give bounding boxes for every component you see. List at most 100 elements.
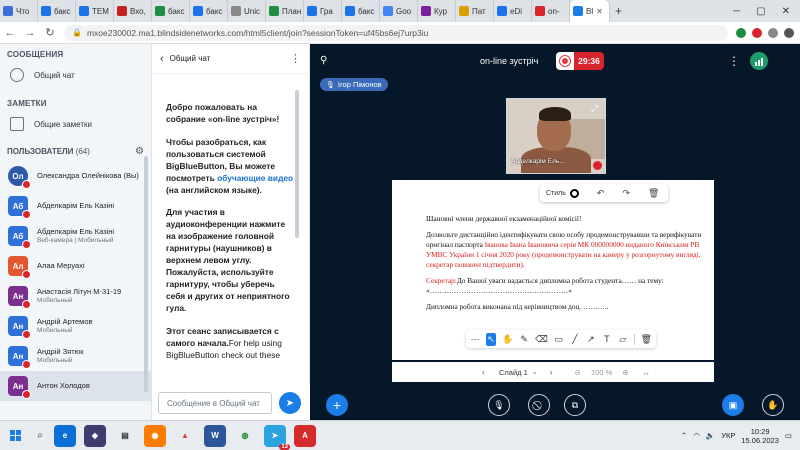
url-field[interactable]: 🔒 mxoe230002.ma1.blindsidenetworks.com/h… xyxy=(64,24,728,41)
user-list-item[interactable]: Ан Антон Холодов xyxy=(0,371,151,401)
browser-tab[interactable]: Пат xyxy=(456,0,494,22)
back-icon[interactable]: ← xyxy=(0,27,20,39)
arrow-tool-icon[interactable]: ↗ xyxy=(586,333,596,346)
actions-button[interactable]: + xyxy=(326,394,348,416)
user-list-item[interactable]: Ан Андрій Зятюк Мобильный xyxy=(0,341,151,371)
talking-indicator[interactable]: 🎙 Ігор Пімонов xyxy=(320,78,388,91)
wifi-icon[interactable]: ◠ xyxy=(693,431,700,440)
matlab-icon[interactable]: ▲ xyxy=(174,424,196,447)
forward-icon[interactable]: → xyxy=(20,27,40,39)
browser-tab[interactable]: бакс xyxy=(190,0,228,22)
connection-status-icon[interactable] xyxy=(750,52,768,70)
raise-hand-button[interactable]: ✋ xyxy=(762,394,784,416)
start-button[interactable] xyxy=(0,430,30,441)
chrome-icon[interactable]: ◍ xyxy=(234,424,256,447)
pencil-tool-icon[interactable]: ✎ xyxy=(519,333,529,346)
delete-icon[interactable]: 🗑 xyxy=(648,188,659,199)
redo-icon[interactable]: ↷ xyxy=(622,188,630,199)
language-indicator[interactable]: УКР xyxy=(721,431,735,440)
public-chat-item[interactable]: Общий чат xyxy=(0,63,151,87)
browser-tab[interactable]: Гра xyxy=(304,0,342,22)
webcam-tile[interactable]: ⤢ Абделкарім Ель... xyxy=(506,98,606,174)
more-tools-icon[interactable]: ⋯ xyxy=(470,333,480,346)
browser-tab[interactable]: Что xyxy=(0,0,38,22)
extension-icon[interactable] xyxy=(752,27,762,38)
file-explorer-icon[interactable]: ▤ xyxy=(114,424,136,447)
sidebar-scrollbar[interactable] xyxy=(144,156,148,392)
toggle-webcam-button[interactable]: ⃠ xyxy=(528,394,550,416)
previous-slide-icon[interactable]: ‹ xyxy=(482,367,485,377)
zoom-in-icon[interactable]: ⊕ xyxy=(622,368,628,377)
notifications-icon[interactable]: ▭ xyxy=(785,431,792,440)
undo-icon[interactable]: ↶ xyxy=(597,188,605,199)
browser-tab[interactable]: Bl ✕ xyxy=(570,0,610,22)
note-tool-icon[interactable]: ▱ xyxy=(618,333,628,346)
more-options-icon[interactable]: ⋮ xyxy=(290,52,301,65)
browser-tab[interactable]: eDi xyxy=(494,0,532,22)
text-tool-icon[interactable]: T xyxy=(602,333,612,346)
chat-message-input[interactable]: Сообщение в Общий чат xyxy=(158,392,272,414)
browser-tab[interactable]: бакс xyxy=(38,0,76,22)
browser-tab[interactable]: Goo xyxy=(380,0,418,22)
user-list-item[interactable]: Аб Абделкарім Ель Казіні xyxy=(0,191,151,221)
word-icon[interactable]: W xyxy=(204,424,226,447)
shared-notes-item[interactable]: Общие заметки xyxy=(0,112,151,136)
fullscreen-icon[interactable]: ⤢ xyxy=(591,103,598,114)
user-list-item[interactable]: Ан Анастасія Літун М-31-19 Мобильный xyxy=(0,281,151,311)
tab-favicon xyxy=(383,6,393,16)
reload-icon[interactable]: ↻ xyxy=(40,26,60,39)
pan-tool-icon[interactable]: ✋ xyxy=(502,333,513,346)
line-tool-icon[interactable]: ╱ xyxy=(570,333,580,346)
acrobat-icon[interactable]: A xyxy=(294,424,316,447)
clear-icon[interactable]: 🗑 xyxy=(641,333,652,346)
profile-avatar[interactable] xyxy=(784,27,794,38)
extension-icon[interactable] xyxy=(768,27,778,38)
telegram-icon[interactable]: ➤ 13 xyxy=(264,424,290,450)
browser-tab[interactable]: План xyxy=(266,0,304,22)
color-picker-icon[interactable] xyxy=(569,188,579,198)
next-slide-icon[interactable]: › xyxy=(550,367,553,377)
presentation-toggle-button[interactable]: ▣ xyxy=(722,394,744,416)
zoom-out-icon[interactable]: ⊖ xyxy=(575,368,581,377)
edge-app-icon[interactable]: e xyxy=(54,424,76,447)
user-list-item[interactable]: Ан Андрій Артемов Мобильный xyxy=(0,311,151,341)
browser-tab[interactable]: Вхо, xyxy=(114,0,152,22)
firefox-icon[interactable]: ◉ xyxy=(144,424,166,447)
browser-tab[interactable]: Кур xyxy=(418,0,456,22)
app-icon[interactable]: ◈ xyxy=(84,424,106,447)
slide-selector[interactable]: Слайд 1 xyxy=(499,368,528,377)
extension-icon[interactable] xyxy=(736,27,746,38)
browser-tab[interactable]: бакс xyxy=(342,0,380,22)
tutorial-video-link[interactable]: обучающие видео xyxy=(217,173,293,183)
new-tab-button[interactable]: + xyxy=(610,4,627,18)
more-options-icon[interactable]: ⋮ xyxy=(728,54,740,68)
fit-width-icon[interactable]: ↔ xyxy=(643,368,651,377)
user-list-item[interactable]: Ал Алаа Меруахі xyxy=(0,251,151,281)
select-tool-icon[interactable]: ↖ xyxy=(485,332,496,346)
chat-scrollbar[interactable] xyxy=(295,90,299,238)
eraser-tool-icon[interactable]: ⌫ xyxy=(535,333,548,346)
mute-microphone-button[interactable]: 🎙 xyxy=(488,394,510,416)
minimize-icon[interactable]: ─ xyxy=(733,6,740,17)
show-hidden-icon[interactable]: ⌃ xyxy=(681,431,687,440)
browser-tab[interactable]: бакс xyxy=(152,0,190,22)
chevron-left-icon[interactable]: ‹ xyxy=(160,53,164,65)
user-list-toggle-icon[interactable]: ⚲ xyxy=(320,55,327,66)
search-icon[interactable]: ⌕ xyxy=(30,430,50,441)
maximize-icon[interactable]: ▢ xyxy=(756,6,765,17)
chevron-down-icon[interactable]: ⌄ xyxy=(532,368,538,376)
browser-tab[interactable]: on- xyxy=(532,0,570,22)
close-window-icon[interactable]: ✕ xyxy=(782,6,790,17)
volume-icon[interactable]: 🔈 xyxy=(706,431,715,440)
user-list-item[interactable]: Аб Абделкарім Ель Казіні Веб-камера | Моби… xyxy=(0,221,151,251)
browser-tab[interactable]: TEM xyxy=(76,0,114,22)
close-tab-icon[interactable]: ✕ xyxy=(596,7,603,16)
tab-label: Bl xyxy=(586,6,594,16)
user-list-item[interactable]: Ол Олександра Олейнікова (Вы) xyxy=(0,161,151,191)
gear-icon[interactable]: ⚙ xyxy=(135,146,144,157)
browser-tab[interactable]: Unic xyxy=(228,0,266,22)
clock[interactable]: 10:29 15.06.2023 xyxy=(741,427,779,445)
rectangle-tool-icon[interactable]: ▭ xyxy=(554,333,564,346)
send-button[interactable]: ➤ xyxy=(279,392,301,414)
share-screen-button[interactable]: ⧉ xyxy=(564,394,586,416)
